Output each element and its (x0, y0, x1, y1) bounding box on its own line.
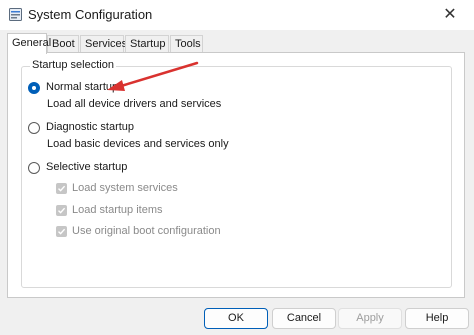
system-configuration-window: System Configuration ✕ General Boot Serv… (0, 0, 474, 335)
use-original-boot-configuration-checkbox (56, 226, 67, 237)
tab-boot[interactable]: Boot (47, 35, 79, 52)
window-title: System Configuration (28, 7, 153, 22)
system-configuration-icon (9, 8, 22, 21)
selective-startup-label[interactable]: Selective startup (46, 161, 127, 173)
normal-startup-description: Load all device drivers and services (47, 98, 222, 110)
load-system-services-checkbox (56, 183, 67, 194)
load-system-services-label: Load system services (72, 182, 178, 194)
selective-startup-radio[interactable] (28, 162, 40, 174)
diagnostic-startup-radio[interactable] (28, 122, 40, 134)
load-startup-items-checkbox (56, 205, 67, 216)
help-button[interactable]: Help (405, 308, 469, 329)
ok-button[interactable]: OK (204, 308, 268, 329)
tab-startup[interactable]: Startup (125, 35, 169, 52)
diagnostic-startup-label[interactable]: Diagnostic startup (46, 121, 134, 133)
use-original-boot-configuration-label: Use original boot configuration (72, 225, 221, 237)
startup-selection-label: Startup selection (30, 59, 116, 71)
cancel-button[interactable]: Cancel (272, 308, 336, 329)
tab-general[interactable]: General (7, 33, 51, 54)
close-icon[interactable]: ✕ (440, 5, 460, 25)
general-tab-panel: Startup selection Normal startup Load al… (7, 52, 465, 298)
diagnostic-startup-description: Load basic devices and services only (47, 138, 229, 150)
load-startup-items-label: Load startup items (72, 204, 163, 216)
normal-startup-label[interactable]: Normal startup (46, 81, 118, 93)
normal-startup-radio[interactable] (28, 82, 40, 94)
title-bar: System Configuration ✕ (0, 0, 474, 30)
tab-tools[interactable]: Tools (170, 35, 203, 52)
startup-selection-group: Startup selection Normal startup Load al… (21, 59, 452, 288)
apply-button[interactable]: Apply (338, 308, 402, 329)
tab-services[interactable]: Services (80, 35, 127, 52)
